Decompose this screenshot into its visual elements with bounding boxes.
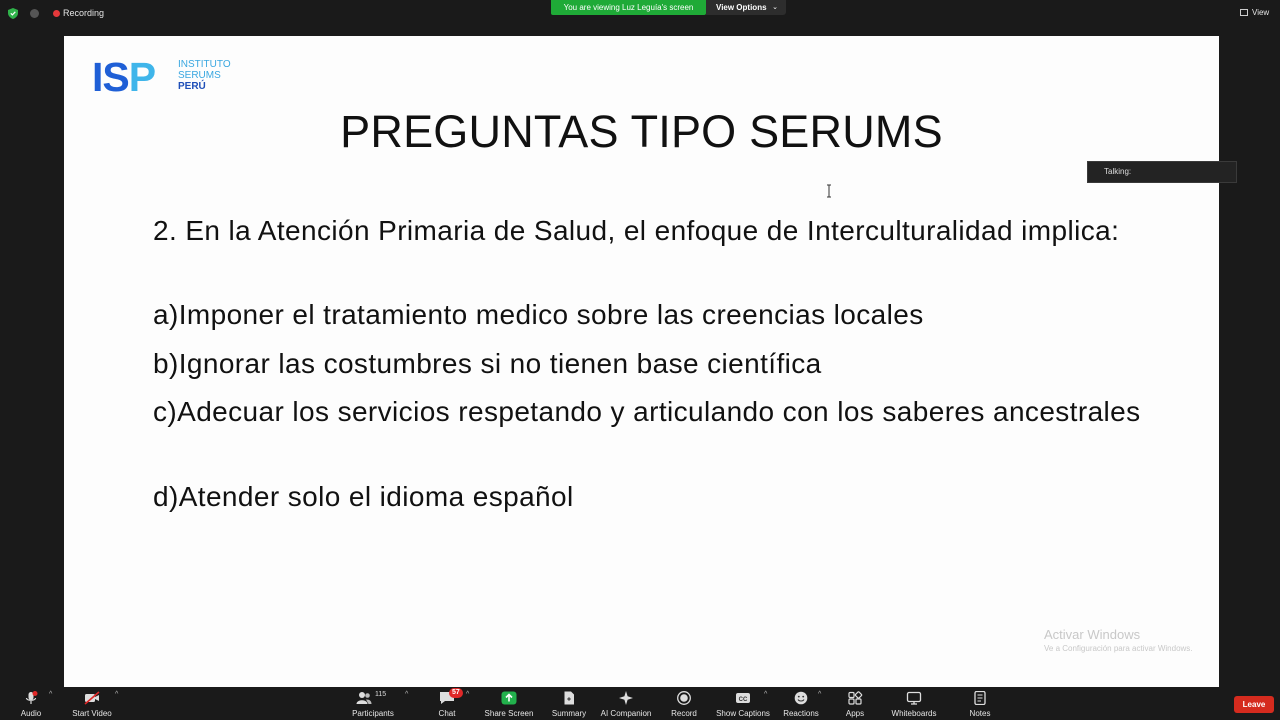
summary-button[interactable]: Summary [548,687,590,720]
view-options-button[interactable]: View Options ⌄ [706,0,786,15]
shared-screen-slide: ISP INSTITUTO SERUMS PERÚ PREGUNTAS TIPO… [64,36,1219,687]
share-screen-button[interactable]: Share Screen [484,687,534,720]
video-options-caret-icon[interactable]: ^ [115,691,118,698]
view-options-label: View Options [716,3,767,12]
isp-logo: ISP INSTITUTO SERUMS PERÚ [92,54,252,100]
recording-dot-icon [53,10,60,17]
recording-label[interactable]: Recording [63,8,104,18]
option-b: b)Ignorar las costumbres si no tienen ba… [153,348,822,379]
share-screen-icon [501,691,517,705]
notes-icon [974,690,986,706]
record-button[interactable]: Record [666,687,702,720]
whiteboards-button[interactable]: Whiteboards [886,687,942,720]
meeting-toolbar: Audio ^ Start Video ^ 115 Participants ^… [0,687,1280,720]
logo-subtitle: INSTITUTO SERUMS PERÚ [178,59,231,92]
reactions-button[interactable]: Reactions [780,687,822,720]
summary-document-icon [564,691,574,705]
record-icon [677,691,691,705]
notes-button[interactable]: Notes [962,687,998,720]
windows-activation-watermark: Activar Windows Ve a Configuración para … [1044,627,1193,653]
option-a: a)Imponer el tratamiento medico sobre la… [153,299,924,330]
participants-icon [356,692,372,704]
view-label: View [1252,8,1270,17]
apps-button[interactable]: Apps [838,687,872,720]
reactions-smiley-icon [794,691,808,705]
ai-companion-button[interactable]: AI Companion [598,687,654,720]
talking-indicator: Talking: [1087,161,1237,183]
captions-options-caret-icon[interactable]: ^ [764,691,767,698]
chevron-down-icon: ⌄ [772,4,778,11]
connection-icon[interactable] [30,9,39,18]
text-cursor-icon [827,184,831,198]
start-video-button[interactable]: Start Video [68,687,116,720]
chat-unread-badge: 57 [449,688,463,698]
audio-button[interactable]: Audio [12,687,50,720]
participants-button[interactable]: 115 Participants [348,687,398,720]
participants-options-caret-icon[interactable]: ^ [405,691,408,698]
question-text: 2. En la Atención Primaria de Salud, el … [153,215,1120,246]
microphone-icon [25,691,38,704]
zoom-meeting-window: Recording You are viewing Luz Leguía's s… [0,0,1280,720]
apps-icon [848,691,863,705]
reactions-options-caret-icon[interactable]: ^ [818,691,821,698]
logo-mark: ISP [92,54,156,100]
grid-view-icon [1240,9,1248,16]
top-bar: Recording You are viewing Luz Leguía's s… [0,0,1280,28]
audio-options-caret-icon[interactable]: ^ [49,691,52,698]
option-d: d)Atender solo el idioma español [153,481,574,512]
leave-button[interactable]: Leave [1234,696,1274,713]
sparkle-icon [619,691,633,705]
participants-count: 115 [375,691,387,698]
security-shield-icon[interactable] [8,8,18,19]
viewing-screen-banner: You are viewing Luz Leguía's screen [551,0,706,15]
svg-text:CC: CC [739,697,748,703]
option-c: c)Adecuar los servicios respetando y art… [153,396,1141,427]
chat-options-caret-icon[interactable]: ^ [466,691,469,698]
slide-title: PREGUNTAS TIPO SERUMS [340,106,943,157]
captions-cc-icon: CC [736,693,750,703]
view-button[interactable]: View [1240,8,1269,17]
video-off-icon [84,691,100,705]
whiteboard-icon [906,691,922,705]
chat-button[interactable]: 57 Chat [430,687,464,720]
